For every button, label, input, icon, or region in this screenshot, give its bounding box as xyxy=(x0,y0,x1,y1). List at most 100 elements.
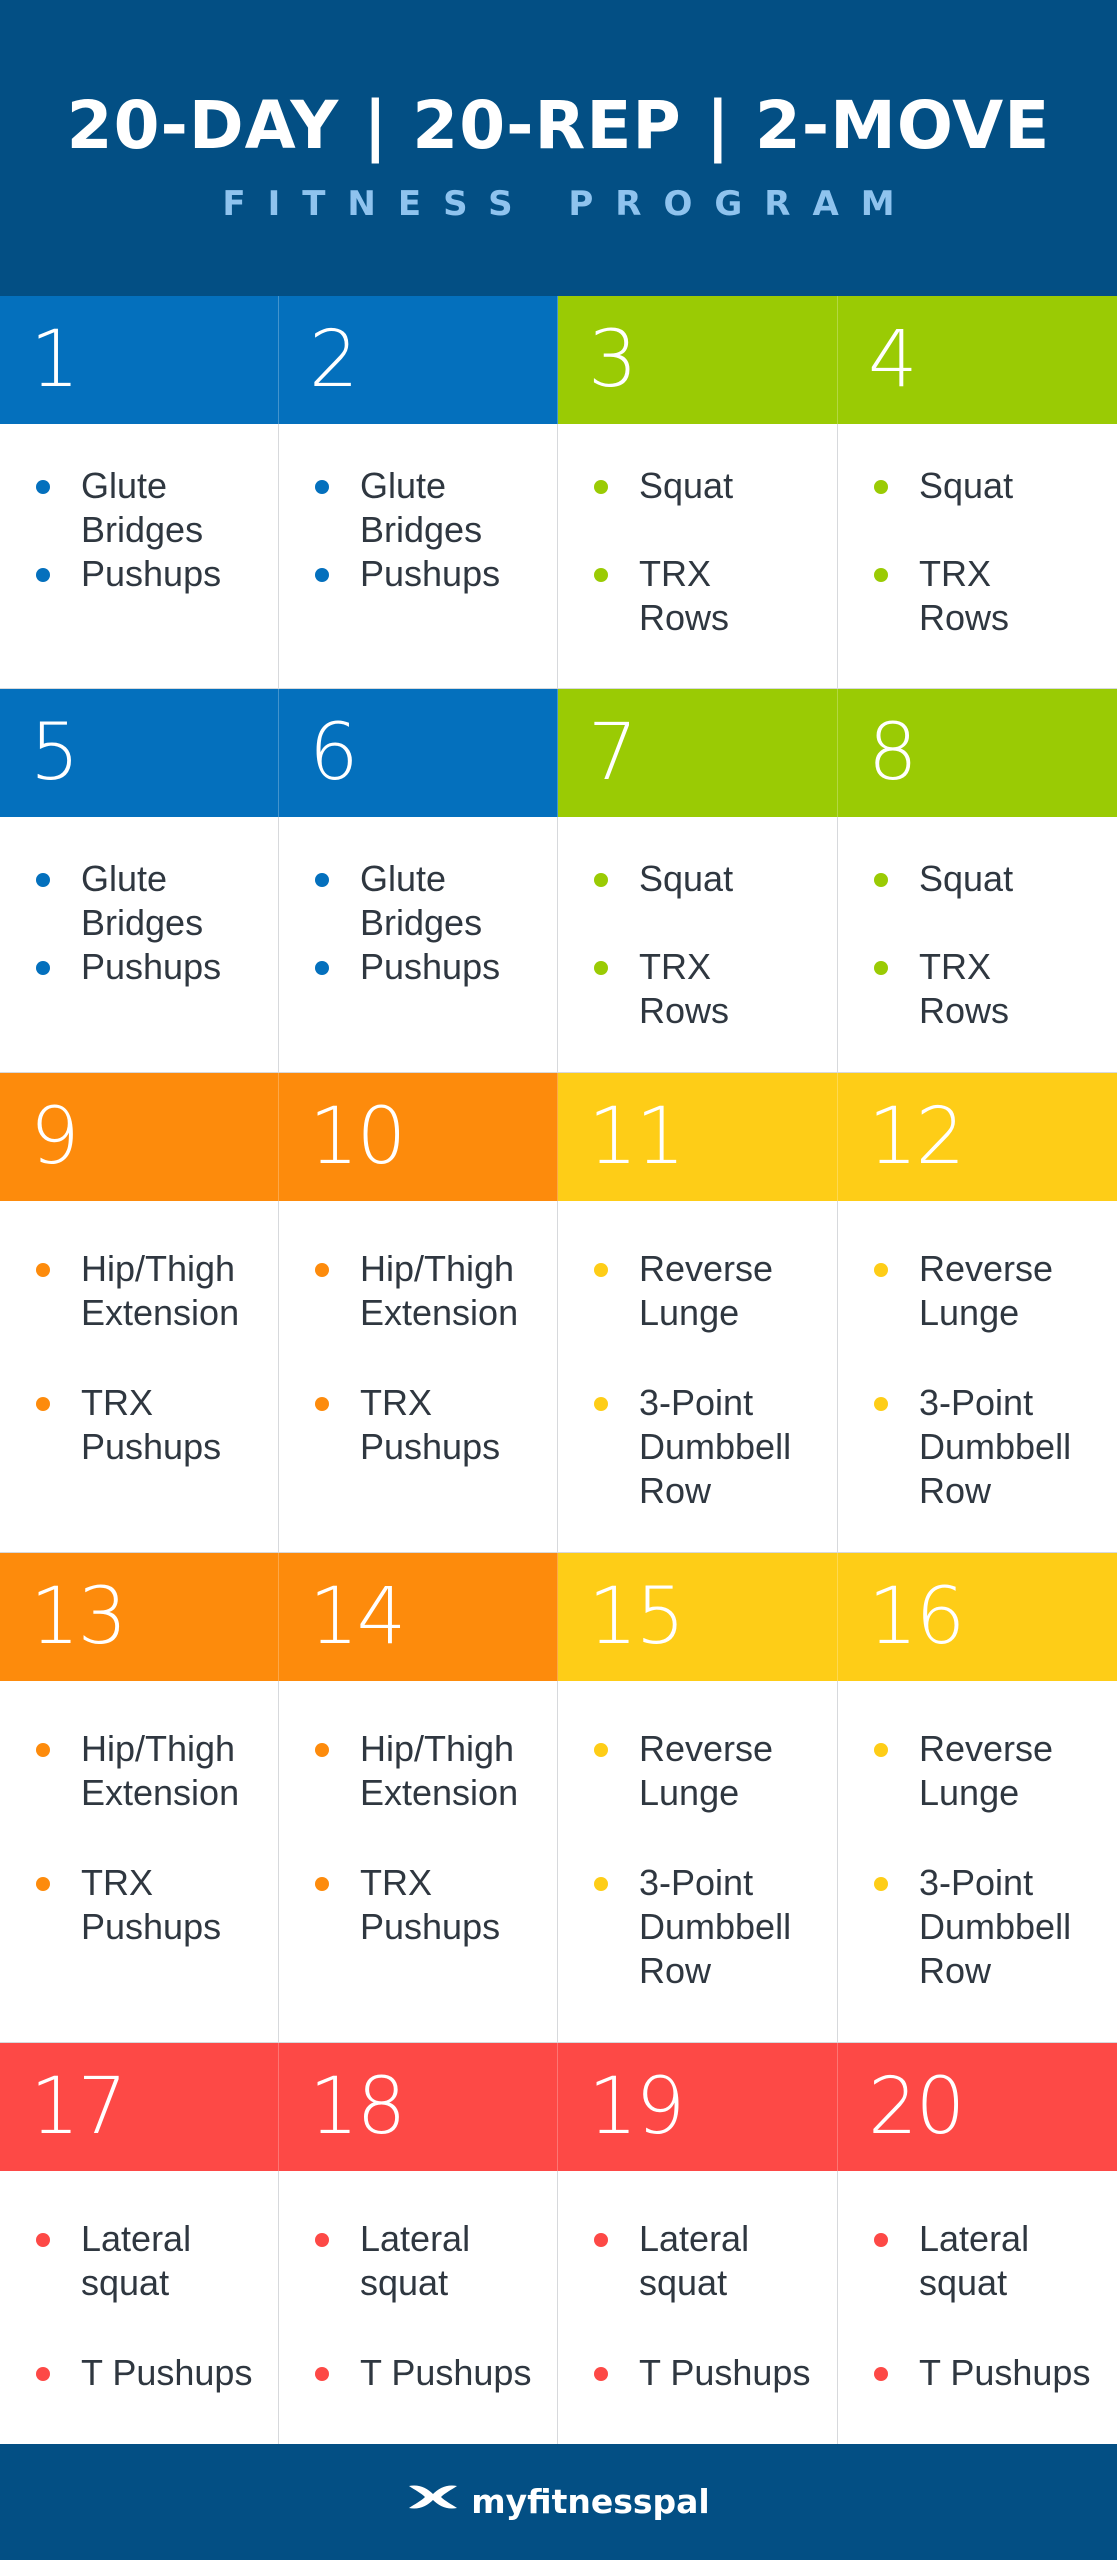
day-exercises: Reverse Lunge 3-Point Dumbbell Row xyxy=(838,1681,1117,2043)
day-number: 10 xyxy=(279,1073,558,1201)
page-subtitle: FITNESS PROGRAM xyxy=(222,184,917,224)
day-exercises: Glute Bridges Pushups xyxy=(0,817,279,1073)
bullet-dot-icon xyxy=(594,1877,608,1891)
exercise-name: Lateral squat xyxy=(639,2218,750,2303)
day-number: 14 xyxy=(279,1553,558,1681)
exercise-name: Lateral squat xyxy=(919,2218,1030,2303)
exercise-item: Hip/Thigh Extension xyxy=(315,1247,549,1335)
bullet-dot-icon xyxy=(874,1397,888,1411)
exercise-item: Glute Bridges xyxy=(315,857,549,945)
exercise-name: T Pushups xyxy=(81,2352,253,2393)
exercise-name: Glute Bridges xyxy=(81,465,204,550)
exercise-item: T Pushups xyxy=(36,2351,270,2395)
exercise-item: Hip/Thigh Extension xyxy=(36,1247,270,1335)
day-number: 15 xyxy=(558,1553,838,1681)
exercise-item: Reverse Lunge xyxy=(594,1247,829,1335)
workout-calendar-grid: 1 Glute Bridges Pushups 2 Glute Bridges Pushu… xyxy=(0,296,1117,2445)
bullet-dot-icon xyxy=(315,873,329,887)
bullet-dot-icon xyxy=(874,568,888,582)
day-number: 18 xyxy=(279,2043,558,2171)
exercise-name: Glute Bridges xyxy=(81,858,204,943)
exercise-item: TRX Pushups xyxy=(315,1381,549,1469)
exercise-item: T Pushups xyxy=(594,2351,829,2395)
day-number: 8 xyxy=(838,689,1117,817)
day-exercises: Hip/Thigh Extension TRX Pushups xyxy=(279,1681,558,2043)
day-number: 3 xyxy=(558,296,838,424)
bullet-dot-icon xyxy=(594,2367,608,2381)
exercise-item: T Pushups xyxy=(315,2351,549,2395)
exercise-item: TRX Rows xyxy=(594,552,829,640)
bullet-dot-icon xyxy=(36,1397,50,1411)
exercise-name: 3-Point Dumbbell Row xyxy=(639,1862,792,1991)
day-exercises: Hip/Thigh Extension TRX Pushups xyxy=(279,1201,558,1553)
exercise-name: Pushups xyxy=(81,553,222,594)
exercise-item: 3-Point Dumbbell Row xyxy=(874,1861,1109,1993)
exercise-name: Pushups xyxy=(360,553,501,594)
exercise-item: Lateral squat xyxy=(36,2217,270,2305)
day-number: 4 xyxy=(838,296,1117,424)
exercise-item: Lateral squat xyxy=(315,2217,549,2305)
bullet-dot-icon xyxy=(36,1743,50,1757)
bullet-dot-icon xyxy=(594,1743,608,1757)
day-exercises: Lateral squat T Pushups xyxy=(838,2171,1117,2445)
day-exercises: Glute Bridges Pushups xyxy=(0,424,279,689)
day-number: 19 xyxy=(558,2043,838,2171)
exercise-item: Pushups xyxy=(315,945,549,989)
exercise-name: 3-Point Dumbbell Row xyxy=(919,1382,1072,1511)
exercise-item: TRX Rows xyxy=(874,945,1109,1033)
bullet-dot-icon xyxy=(874,1877,888,1891)
exercise-item: T Pushups xyxy=(874,2351,1109,2395)
exercise-name: Reverse Lunge xyxy=(639,1728,774,1813)
day-exercises: Glute Bridges Pushups xyxy=(279,424,558,689)
under-armour-logo-icon xyxy=(407,2479,459,2523)
exercise-item: TRX Rows xyxy=(874,552,1109,640)
exercise-item: Pushups xyxy=(36,945,270,989)
day-number: 13 xyxy=(0,1553,279,1681)
exercise-name: TRX Rows xyxy=(639,946,730,1031)
bullet-dot-icon xyxy=(36,1263,50,1277)
exercise-item: TRX Pushups xyxy=(36,1381,270,1469)
day-number: 1 xyxy=(0,296,279,424)
exercise-item: TRX Pushups xyxy=(36,1861,270,1949)
exercise-name: Reverse Lunge xyxy=(639,1248,774,1333)
exercise-item: Squat xyxy=(594,857,829,901)
exercise-name: Hip/Thigh Extension xyxy=(81,1248,240,1333)
bullet-dot-icon xyxy=(36,873,50,887)
exercise-item: Glute Bridges xyxy=(315,464,549,552)
bullet-dot-icon xyxy=(594,1263,608,1277)
bullet-dot-icon xyxy=(315,961,329,975)
bullet-dot-icon xyxy=(315,1397,329,1411)
day-exercises: Squat TRX Rows xyxy=(558,424,838,689)
day-number: 20 xyxy=(838,2043,1117,2171)
brand-name: myfitnesspal xyxy=(471,2482,710,2521)
exercise-item: Lateral squat xyxy=(874,2217,1109,2305)
exercise-item: Hip/Thigh Extension xyxy=(36,1727,270,1815)
exercise-item: 3-Point Dumbbell Row xyxy=(594,1861,829,1993)
exercise-item: Reverse Lunge xyxy=(594,1727,829,1815)
exercise-name: 3-Point Dumbbell Row xyxy=(919,1862,1072,1991)
bullet-dot-icon xyxy=(36,1877,50,1891)
day-number: 11 xyxy=(558,1073,838,1201)
bullet-dot-icon xyxy=(874,1263,888,1277)
exercise-name: TRX Pushups xyxy=(81,1862,222,1947)
exercise-item: Lateral squat xyxy=(594,2217,829,2305)
exercise-name: Lateral squat xyxy=(81,2218,192,2303)
exercise-name: Reverse Lunge xyxy=(919,1248,1054,1333)
exercise-name: TRX Pushups xyxy=(360,1382,501,1467)
exercise-name: Hip/Thigh Extension xyxy=(81,1728,240,1813)
day-exercises: Hip/Thigh Extension TRX Pushups xyxy=(0,1681,279,2043)
exercise-name: TRX Rows xyxy=(919,946,1010,1031)
exercise-name: T Pushups xyxy=(360,2352,532,2393)
bullet-dot-icon xyxy=(594,961,608,975)
bullet-dot-icon xyxy=(594,480,608,494)
day-exercises: Lateral squat T Pushups xyxy=(279,2171,558,2445)
page-title: 20-DAY | 20-REP | 2-MOVE xyxy=(66,87,1051,164)
exercise-name: Glute Bridges xyxy=(360,858,483,943)
exercise-item: Reverse Lunge xyxy=(874,1247,1109,1335)
exercise-item: Squat xyxy=(594,464,829,508)
footer: myfitnesspal xyxy=(0,2444,1117,2560)
exercise-name: TRX Rows xyxy=(919,553,1010,638)
exercise-name: Squat xyxy=(919,465,1014,506)
exercise-name: TRX Pushups xyxy=(360,1862,501,1947)
exercise-item: TRX Pushups xyxy=(315,1861,549,1949)
